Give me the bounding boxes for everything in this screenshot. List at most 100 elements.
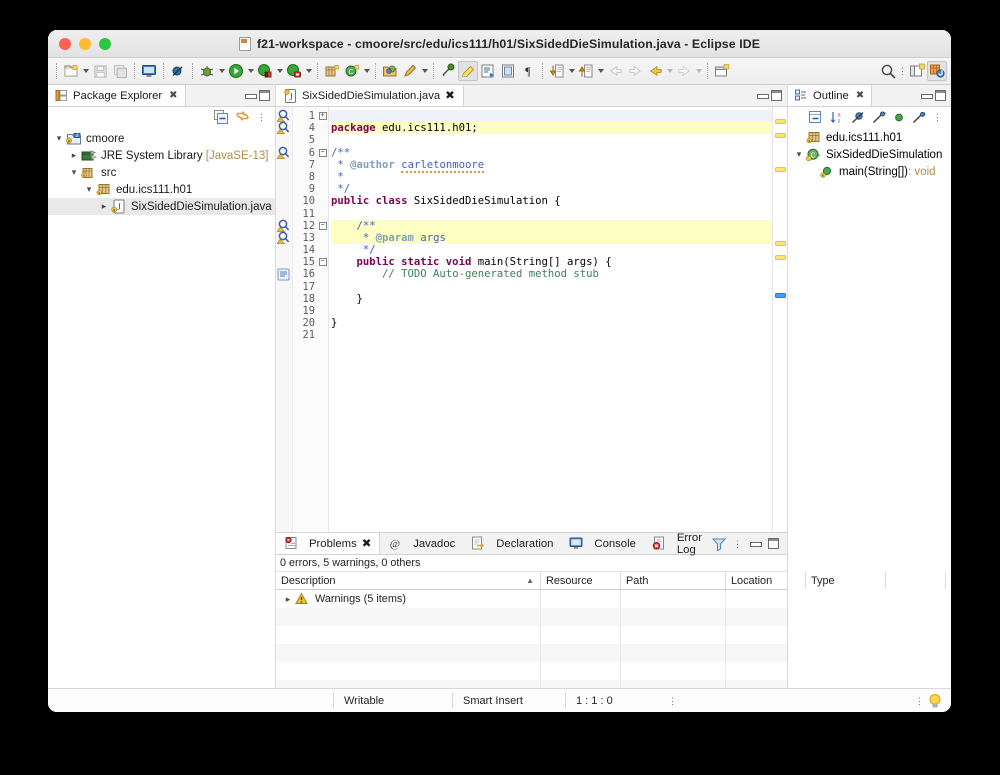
highlighter-button[interactable] [458, 61, 478, 81]
code-line[interactable] [331, 329, 772, 341]
code-line[interactable]: /** [331, 219, 772, 232]
external-tools-button[interactable] [284, 61, 304, 81]
problems-column-path[interactable]: Path [621, 572, 726, 589]
chevron-down-icon[interactable]: ▾ [52, 133, 66, 144]
fold-minus-icon[interactable]: − [317, 256, 328, 268]
warning-marker-icon[interactable] [277, 146, 292, 159]
status-right-overflow-icon[interactable]: ⋮ [915, 696, 924, 705]
maximize-icon[interactable] [771, 90, 782, 101]
ruler-task-mark[interactable] [775, 293, 786, 298]
tab-problems[interactable]: Problems ✖ [276, 533, 381, 554]
code-line[interactable]: public static void main(String[] args) { [331, 256, 772, 268]
minimize-window-button[interactable] [79, 37, 91, 50]
code-line[interactable]: } [331, 317, 772, 329]
maximize-icon[interactable] [935, 90, 946, 101]
new-class-dropdown-arrow[interactable] [362, 61, 371, 81]
block-selection-button[interactable] [498, 61, 518, 81]
pencil-search-dropdown-arrow[interactable] [420, 61, 429, 81]
outline-item-edu-ics111-h01[interactable]: edu.ics111.h01 [788, 129, 951, 146]
close-tab-icon[interactable]: ✖ [856, 90, 864, 101]
code-line[interactable]: * @param args [331, 231, 772, 245]
hide-nonpublic-icon[interactable] [893, 111, 905, 124]
new-window-button[interactable] [712, 61, 732, 81]
code-line[interactable]: * [331, 171, 772, 183]
warning-marker-icon[interactable] [277, 109, 292, 122]
ruler-warning-mark[interactable] [775, 133, 786, 138]
problems-column-description[interactable]: Description ▲ [276, 572, 541, 589]
forward-arrow-button[interactable] [625, 61, 645, 81]
pilcrow-button[interactable]: ¶ [518, 61, 538, 81]
outline-tree[interactable]: edu.ics111.h01 ▾ C SixSidedDieSimulation mai… [788, 127, 951, 688]
forward-history-button[interactable] [674, 61, 694, 81]
zoom-window-button[interactable] [99, 37, 111, 50]
problems-row[interactable] [276, 644, 946, 662]
quick-access-search-button[interactable] [878, 61, 898, 81]
task-marker-icon[interactable] [277, 268, 292, 281]
view-menu-icon[interactable]: ⋮ [257, 113, 266, 122]
code-line[interactable]: } [331, 293, 772, 305]
link-with-editor-icon[interactable] [235, 110, 250, 124]
minimize-icon[interactable] [749, 538, 762, 550]
previous-edit-location-button[interactable] [547, 61, 567, 81]
previous-edit-dropdown-arrow[interactable] [567, 61, 576, 81]
next-annotation-button[interactable] [438, 61, 458, 81]
ruler-warning-mark[interactable] [775, 241, 786, 246]
code-line[interactable]: /** [331, 147, 772, 159]
next-edit-location-button[interactable] [576, 61, 596, 81]
package-explorer-item-src[interactable]: ▾ src [48, 164, 275, 181]
tab-error-log[interactable]: Error Log [644, 532, 712, 556]
view-menu-icon[interactable]: ⋮ [733, 539, 742, 548]
minimize-icon[interactable] [244, 90, 257, 102]
back-history-button[interactable] [645, 61, 665, 81]
chevron-down-icon[interactable]: ▾ [82, 184, 96, 195]
minimize-icon[interactable] [756, 90, 769, 102]
problems-table-rows[interactable]: ▸ Warnings (5 items) [276, 590, 946, 698]
problems-column-resource[interactable]: Resource [541, 572, 621, 589]
lightbulb-icon[interactable] [924, 693, 951, 709]
debug-button[interactable] [197, 61, 217, 81]
external-tools-dropdown-arrow[interactable] [304, 61, 313, 81]
console-icon-button[interactable] [139, 61, 159, 81]
package-explorer-item-edu-ics111-h01[interactable]: ▾ edu.ics111.h01 [48, 181, 275, 198]
package-explorer-tree[interactable]: ▾ Jcmoore ▸ JRE System Library [JavaSE-13] ▾… [48, 127, 275, 688]
tab-package-explorer[interactable]: Package Explorer ✖ [48, 85, 186, 106]
open-perspective-button[interactable] [907, 61, 927, 81]
code-line[interactable] [331, 305, 772, 317]
save-all-button[interactable] [110, 61, 130, 81]
chevron-right-icon[interactable]: ▸ [281, 590, 295, 608]
view-menu-icon[interactable]: ⋮ [933, 113, 942, 122]
breakpoint-skip-icon-button[interactable] [168, 61, 188, 81]
ruler-warning-mark[interactable] [775, 255, 786, 260]
minimize-icon[interactable] [920, 90, 933, 102]
filter-icon[interactable] [712, 537, 726, 551]
editor-folding-gutter[interactable]: + − − − [317, 107, 329, 532]
chevron-right-icon[interactable]: ▸ [97, 201, 111, 212]
hide-local-types-icon[interactable]: L [912, 111, 926, 124]
code-line[interactable]: public class SixSidedDieSimulation { [331, 195, 772, 207]
fold-minus-icon[interactable]: − [317, 220, 328, 232]
editor-marker-gutter[interactable] [276, 107, 293, 532]
back-history-dropdown-arrow[interactable] [665, 61, 674, 81]
close-tab-icon[interactable]: ✖ [362, 537, 371, 550]
close-tab-icon[interactable]: ✖ [169, 90, 177, 101]
ruler-warning-mark[interactable] [775, 167, 786, 172]
code-line[interactable]: // TODO Auto-generated method stub [331, 268, 772, 280]
hide-fields-icon[interactable] [851, 111, 865, 124]
fold-minus-icon[interactable]: − [317, 147, 328, 159]
problems-row[interactable] [276, 626, 946, 644]
chevron-down-icon[interactable]: ▾ [67, 167, 81, 178]
sort-alphabetically-icon[interactable]: a z [830, 111, 844, 124]
collapse-all-icon[interactable] [214, 110, 228, 124]
tab-console[interactable]: Console [561, 533, 643, 554]
forward-history-dropdown-arrow[interactable] [694, 61, 703, 81]
outline-item-sixsideddiesimulation[interactable]: ▾ C SixSidedDieSimulation [788, 146, 951, 163]
problems-row[interactable]: ▸ Warnings (5 items) [276, 590, 946, 608]
debug-dropdown-arrow[interactable] [217, 61, 226, 81]
run-dropdown-arrow[interactable] [246, 61, 255, 81]
package-explorer-item-jre-system-library[interactable]: ▸ JRE System Library [JavaSE-13] [48, 147, 275, 164]
coverage-button[interactable] [255, 61, 275, 81]
next-edit-dropdown-arrow[interactable] [596, 61, 605, 81]
maximize-icon[interactable] [768, 538, 779, 549]
run-button[interactable] [226, 61, 246, 81]
warning-marker-icon[interactable] [277, 231, 292, 244]
